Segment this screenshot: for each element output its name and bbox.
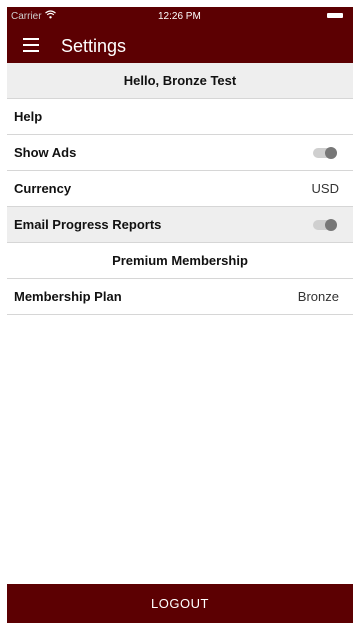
email-progress-label: Email Progress Reports: [14, 217, 162, 232]
show-ads-toggle[interactable]: [313, 147, 337, 159]
battery-icon: [327, 13, 343, 18]
greeting-text: Hello, Bronze Test: [123, 73, 237, 88]
hamburger-menu-icon[interactable]: [23, 35, 43, 55]
nav-bar: Settings: [7, 33, 353, 59]
help-row[interactable]: Help: [7, 99, 353, 135]
currency-value: USD: [311, 181, 339, 196]
page-title: Settings: [61, 36, 127, 56]
email-progress-toggle[interactable]: [313, 219, 337, 231]
logout-button[interactable]: LOGOUT: [7, 584, 353, 623]
currency-label: Currency: [14, 181, 72, 196]
membership-plan-label: Membership Plan: [14, 289, 122, 304]
premium-section-title: Premium Membership: [112, 253, 248, 268]
wifi-icon: [45, 10, 56, 22]
toggle-knob: [325, 219, 337, 231]
toggle-knob: [325, 147, 337, 159]
app-header: Carrier 12:26 PM Settings: [7, 7, 353, 63]
help-label: Help: [14, 109, 43, 124]
membership-plan-value: Bronze: [297, 289, 339, 304]
status-time: 12:26 PM: [158, 11, 201, 22]
settings-screen: Carrier 12:26 PM Settings Hello, Bronze …: [7, 7, 353, 623]
status-bar: Carrier 12:26 PM: [7, 7, 353, 27]
show-ads-label: Show Ads: [14, 145, 77, 160]
currency-row[interactable]: Currency USD: [7, 171, 353, 207]
greeting-row: Hello, Bronze Test: [7, 63, 353, 99]
email-progress-row: Email Progress Reports: [7, 207, 353, 243]
membership-plan-row[interactable]: Membership Plan Bronze: [7, 279, 353, 315]
carrier-label: Carrier: [11, 11, 42, 22]
premium-section-row: Premium Membership: [7, 243, 353, 279]
show-ads-row: Show Ads: [7, 135, 353, 171]
